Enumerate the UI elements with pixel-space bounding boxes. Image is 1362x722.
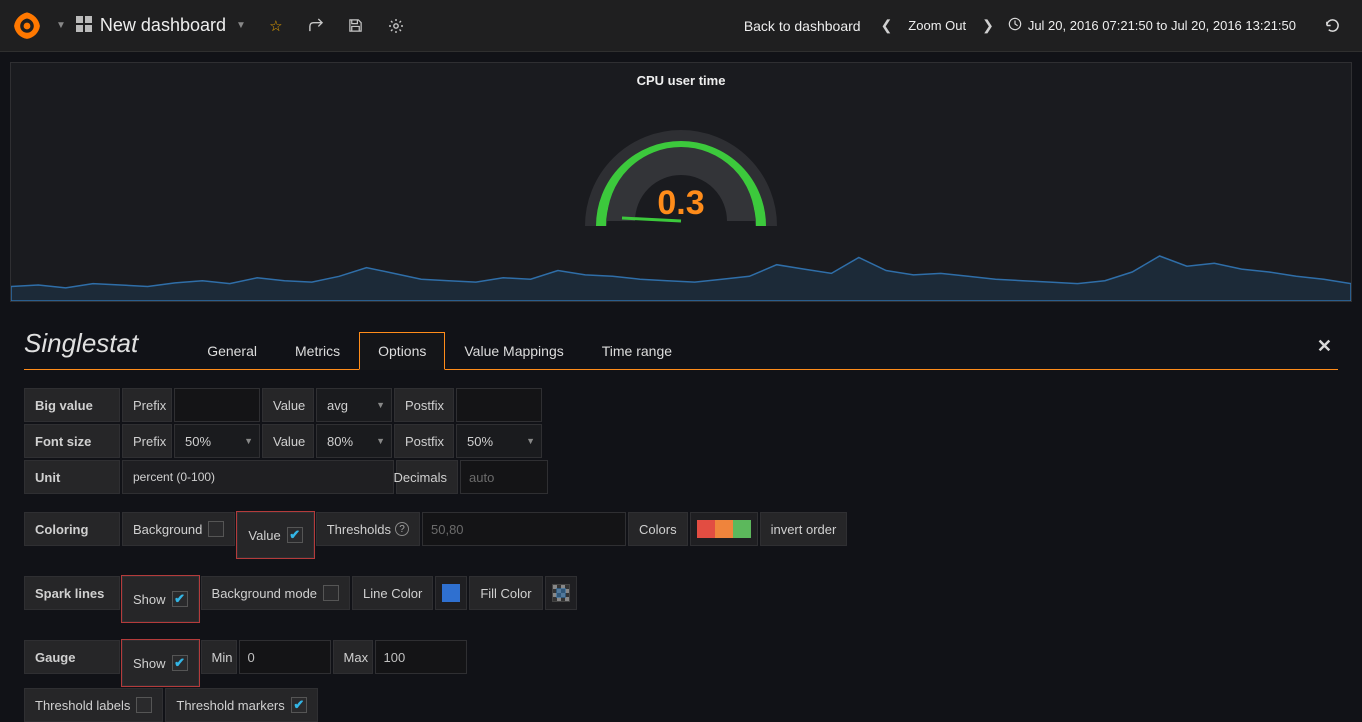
dashboard-title: New dashboard [100,15,226,36]
gauge-header: Gauge [24,640,120,674]
unit-select[interactable]: percent (0-100) [122,460,394,494]
tab-metrics[interactable]: Metrics [276,332,359,370]
logo-dropdown-icon[interactable]: ▼ [56,20,66,31]
grafana-logo[interactable] [10,6,50,46]
bg-mode-cell: Background mode [201,576,351,610]
threshold-markers-cell: Threshold markers ✔ [165,688,317,722]
time-range-picker[interactable]: Jul 20, 2016 07:21:50 to Jul 20, 2016 13… [1008,17,1296,34]
min-label: Min [201,640,237,674]
decimals-input[interactable] [460,460,548,494]
threshold-markers-checkbox[interactable]: ✔ [291,697,307,713]
spark-show-cell: Show ✔ [122,576,199,622]
gauge-show-cell: Show ✔ [122,640,199,686]
font-size-header: Font size [24,424,120,458]
prefix-input[interactable] [174,388,260,422]
star-button[interactable]: ☆ [256,6,296,46]
share-button[interactable] [296,6,336,46]
panel-editor: Singlestat General Metrics Options Value… [0,312,1362,722]
line-color-label: Line Color [352,576,433,610]
tab-time-range[interactable]: Time range [583,332,691,370]
min-input[interactable] [239,640,331,674]
gauge-value: 0.3 [657,184,704,223]
color-value-checkbox[interactable]: ✔ [287,527,303,543]
fill-color-label: Fill Color [469,576,542,610]
sparklines-header: Spark lines [24,576,120,610]
dashboard-picker[interactable]: New dashboard ▼ [66,15,256,36]
top-navbar: ▼ New dashboard ▼ ☆ Back to dashboard ❮ … [0,0,1362,52]
postfix-label: Postfix [394,388,454,422]
postfix-size-select[interactable]: 50%▼ [456,424,542,458]
gauge-show-checkbox[interactable]: ✔ [172,655,188,671]
zoom-out-button[interactable]: Zoom Out [904,18,970,33]
value-size-select[interactable]: 80%▼ [316,424,392,458]
prefix-size-select[interactable]: 50%▼ [174,424,260,458]
save-button[interactable] [336,6,376,46]
value-label: Value [262,388,314,422]
postfix-size-label: Postfix [394,424,454,458]
threshold-labels-checkbox[interactable] [136,697,152,713]
panel-title: CPU user time [11,63,1351,88]
help-icon[interactable]: ? [395,522,409,536]
value-size-label: Value [262,424,314,458]
time-prev-button[interactable]: ❮ [875,17,899,34]
line-color-picker[interactable] [435,576,467,610]
color-value-check-cell: Value ✔ [237,512,313,558]
unit-header: Unit [24,460,120,494]
max-input[interactable] [375,640,467,674]
thresholds-label: Thresholds ? [316,512,420,546]
background-checkbox[interactable] [208,521,224,537]
fill-color-picker[interactable] [545,576,577,610]
sparkline [11,241,1351,301]
time-range-label: Jul 20, 2016 07:21:50 to Jul 20, 2016 13… [1028,18,1296,33]
bg-mode-checkbox[interactable] [323,585,339,601]
editor-type-title: Singlestat [24,328,138,369]
prefix-label: Prefix [122,388,172,422]
back-to-dashboard-link[interactable]: Back to dashboard [744,18,861,34]
time-nav: ❮ Zoom Out ❯ [875,17,1000,34]
decimals-label: Decimals [396,460,458,494]
prefix-size-label: Prefix [122,424,172,458]
max-label: Max [333,640,373,674]
color-swatches[interactable] [690,512,758,546]
invert-order-button[interactable]: invert order [760,512,848,546]
refresh-button[interactable] [1312,6,1352,46]
value-stat-select[interactable]: avg▼ [316,388,392,422]
singlestat-panel[interactable]: CPU user time 0.3 [10,62,1352,302]
coloring-header: Coloring [24,512,120,546]
tab-general[interactable]: General [188,332,276,370]
time-next-button[interactable]: ❯ [976,17,1000,34]
tab-options[interactable]: Options [359,332,445,370]
postfix-input[interactable] [456,388,542,422]
clock-icon [1008,17,1022,34]
settings-button[interactable] [376,6,416,46]
background-check-cell: Background [122,512,235,546]
threshold-labels-cell: Threshold labels [24,688,163,722]
dashboard-grid-icon [76,16,92,35]
spark-show-checkbox[interactable]: ✔ [172,591,188,607]
close-editor-button[interactable]: ✕ [1317,336,1332,357]
chevron-down-icon: ▼ [236,20,246,31]
big-value-header: Big value [24,388,120,422]
tab-value-mappings[interactable]: Value Mappings [445,332,582,370]
colors-label: Colors [628,512,688,546]
thresholds-input[interactable] [422,512,626,546]
